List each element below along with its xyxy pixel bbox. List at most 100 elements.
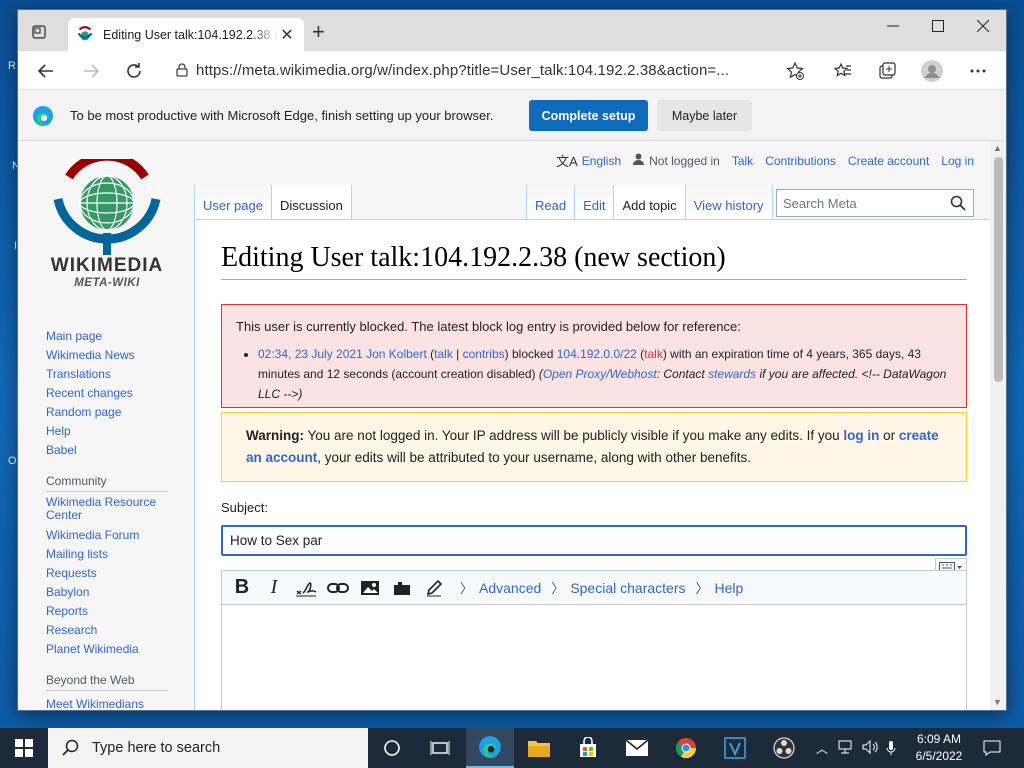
taskbar-search[interactable]: Type here to search (48, 728, 368, 768)
wikimedia-globe-icon (53, 151, 161, 255)
chrome-icon[interactable] (662, 728, 710, 768)
link-icon[interactable] (322, 574, 354, 602)
add-favorite-icon[interactable] (783, 59, 807, 83)
close-window-icon[interactable] (960, 10, 1006, 42)
minimize-icon[interactable] (870, 10, 916, 42)
signature-icon[interactable] (290, 574, 322, 602)
block-admin-link[interactable]: Jon Kolbert (366, 347, 427, 361)
open-proxy-link[interactable]: Open Proxy/Webhost (543, 367, 657, 381)
sidebar-item-babylon[interactable]: Babylon (46, 583, 176, 602)
block-target-link[interactable]: 104.192.0.0/22 (557, 347, 637, 361)
task-view-icon[interactable] (416, 728, 464, 768)
refresh-icon[interactable] (122, 59, 146, 83)
block-admin-talk-link[interactable]: talk (434, 347, 453, 361)
new-tab-icon[interactable]: + (312, 21, 325, 43)
warning-login-link[interactable]: log in (843, 428, 879, 443)
editor-toolbar: B I 〉 Advanced 〉 Special characters 〉 He… (222, 571, 966, 605)
sidebar-item-random-page[interactable]: Random page (46, 403, 176, 422)
profile-avatar-icon[interactable] (920, 59, 944, 83)
desktop-icon-label[interactable]: O (8, 455, 17, 467)
tab-view-history[interactable]: View history (685, 185, 773, 219)
search-icon[interactable] (950, 195, 966, 214)
block-admin-contribs-link[interactable]: contribs (463, 347, 505, 361)
desktop-icon-label[interactable]: R (8, 60, 16, 72)
contributions-link[interactable]: Contributions (765, 154, 836, 168)
wikimedia-logo[interactable]: WIKIMEDIA META-WIKI (46, 151, 168, 289)
store-icon[interactable] (564, 728, 612, 768)
sidebar-item-mailing-lists[interactable]: Mailing lists (46, 545, 176, 564)
sidebar-item-babel[interactable]: Babel (46, 441, 176, 460)
tab-edit[interactable]: Edit (575, 185, 615, 219)
scroll-down-icon[interactable]: ▼ (993, 697, 1002, 707)
edge-taskbar-icon[interactable] (466, 728, 514, 768)
address-bar[interactable]: https://meta.wikimedia.org/w/index.php?t… (168, 55, 820, 85)
sidebar-item-main-page[interactable]: Main page (46, 327, 176, 346)
tab-read[interactable]: Read (526, 185, 576, 219)
tab-actions-icon[interactable] (28, 21, 50, 43)
v-app-icon[interactable] (711, 728, 759, 768)
sidebar-item-help[interactable]: Help (46, 422, 176, 441)
sidebar-item-requests[interactable]: Requests (46, 564, 176, 583)
block-time-link[interactable]: 02:34, 23 July 2021 (258, 347, 363, 361)
subject-input[interactable] (221, 525, 967, 556)
volume-icon[interactable] (862, 739, 880, 757)
lock-icon[interactable] (168, 63, 196, 77)
tab-close-icon[interactable]: ✕ (278, 25, 296, 45)
more-options-icon[interactable] (966, 59, 990, 83)
talk-link[interactable]: Talk (732, 154, 753, 168)
notifications-icon[interactable] (983, 740, 1001, 759)
sidebar-item-meet-wikimedians[interactable]: Meet Wikimedians (46, 695, 176, 710)
maximize-icon[interactable] (915, 10, 961, 42)
back-icon[interactable] (34, 59, 58, 83)
scroll-up-icon[interactable]: ▲ (993, 143, 1002, 153)
page-scrollbar[interactable]: ▲ ▼ (990, 141, 1006, 710)
log-in-link[interactable]: Log in (941, 154, 974, 168)
create-account-link[interactable]: Create account (848, 154, 929, 168)
sidebar-item-translations[interactable]: Translations (46, 365, 176, 384)
forward-icon[interactable] (79, 59, 103, 83)
sidebar-item-recent-changes[interactable]: Recent changes (46, 384, 176, 403)
file-explorer-icon[interactable] (515, 728, 563, 768)
help-toggle[interactable]: 〉 Help (695, 578, 743, 597)
translate-icon: 文A (556, 154, 578, 169)
tab-discussion[interactable]: Discussion (271, 185, 352, 219)
collections-icon[interactable] (875, 59, 899, 83)
sidebar-item-reports[interactable]: Reports (46, 602, 176, 621)
scrollbar-thumb[interactable] (994, 157, 1003, 382)
cortana-icon[interactable] (368, 728, 416, 768)
bold-icon[interactable]: B (226, 574, 258, 602)
obs-icon[interactable] (760, 728, 808, 768)
sidebar-heading-beyond-the-web: Beyond the Web (46, 673, 168, 691)
microphone-icon[interactable] (886, 740, 896, 759)
url-text[interactable]: https://meta.wikimedia.org/w/index.php?t… (196, 62, 729, 79)
network-icon[interactable] (838, 740, 856, 757)
system-clock[interactable]: 6:09 AM 6/5/2022 (906, 731, 972, 765)
sidebar-item-wikimedia-forum[interactable]: Wikimedia Forum (46, 526, 176, 545)
maybe-later-button[interactable]: Maybe later (657, 100, 752, 131)
complete-setup-button[interactable]: Complete setup (529, 100, 648, 131)
stewards-link[interactable]: stewards (708, 367, 756, 381)
advanced-toggle[interactable]: 〉 Advanced (460, 578, 541, 597)
sidebar-item-resource-center[interactable]: Wikimedia Resource Center (46, 496, 176, 522)
italic-icon[interactable]: I (258, 574, 290, 602)
template-icon[interactable] (386, 574, 418, 602)
tab-user-page[interactable]: User page (194, 185, 272, 219)
browser-tab[interactable]: Editing User talk:104.192.2.38 (new sect… (68, 18, 304, 51)
tray-chevron-up-icon[interactable]: ︿ (816, 740, 828, 757)
image-icon[interactable] (354, 574, 386, 602)
sidebar-item-planet-wikimedia[interactable]: Planet Wikimedia (46, 640, 176, 659)
pencil-icon[interactable] (418, 574, 450, 602)
sidebar-item-wikimedia-news[interactable]: Wikimedia News (46, 346, 176, 365)
tab-add-topic[interactable]: Add topic (614, 185, 686, 219)
block-target-talk-link[interactable]: talk (644, 347, 663, 361)
start-button[interactable] (0, 728, 48, 768)
search-input[interactable]: Search Meta (776, 189, 974, 217)
chevron-right-icon: 〉 (551, 581, 565, 596)
language-link[interactable]: English (582, 154, 621, 168)
special-characters-toggle[interactable]: 〉 Special characters (551, 578, 685, 597)
favorites-icon[interactable] (831, 59, 855, 83)
sidebar-item-research[interactable]: Research (46, 621, 176, 640)
mail-icon[interactable] (613, 728, 661, 768)
wikitext-textarea[interactable] (222, 605, 966, 710)
tab-title: Editing User talk:104.192.2.38 (new sect… (103, 27, 278, 42)
